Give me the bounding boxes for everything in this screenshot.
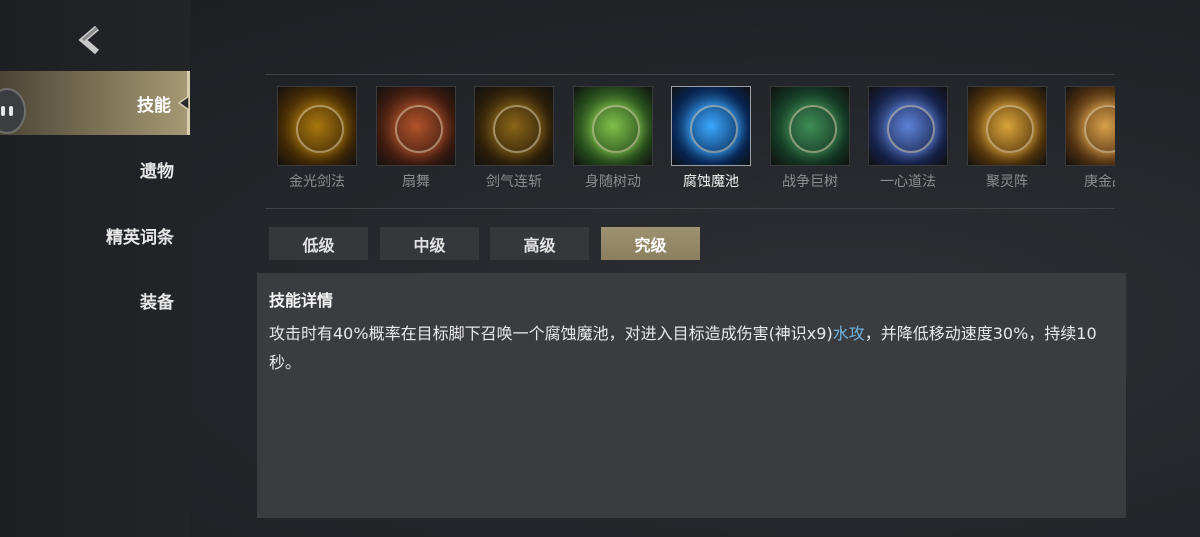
sidebar-item-equipment[interactable]: 装备 [0, 268, 190, 332]
tab-label: 高级 [523, 235, 556, 255]
tab-tier-ultimate[interactable]: 究级 [601, 227, 700, 260]
skill-name: 战争巨树 [782, 174, 838, 190]
skill-icon-glyph [592, 105, 640, 153]
tab-tier-low[interactable]: 低级 [269, 227, 368, 260]
skill-name: 扇舞 [402, 174, 430, 190]
sidebar-item-label: 技能 [137, 95, 171, 116]
back-arrow-icon [78, 25, 99, 55]
sidebar-item-skills[interactable]: 技能 [0, 71, 190, 135]
skill-icon-glyph [789, 105, 837, 153]
skill-icon-glyph [493, 105, 541, 153]
skill-item[interactable]: 身随树动 [572, 86, 654, 191]
skill-icon-glyph [887, 105, 935, 153]
skill-item[interactable]: 聚灵阵 [966, 86, 1048, 191]
game-screen: 技能 遗物 精英词条 装备 金光剑法 扇舞 剑气连斩 身随树动 腐蚀魔池 战争巨… [0, 0, 1200, 537]
description-text: 攻击时有40%概率在目标脚下召唤一个腐蚀魔池，对进入目标造成伤害(神识x9) [269, 324, 833, 343]
sidebar-item-relics[interactable]: 遗物 [0, 137, 190, 201]
skill-icon [573, 86, 653, 166]
skill-name: 腐蚀魔池 [683, 174, 739, 190]
skill-icon [967, 86, 1047, 166]
skill-icon-glyph [986, 105, 1034, 153]
skill-detail-panel: 技能详情 攻击时有40%概率在目标脚下召唤一个腐蚀魔池，对进入目标造成伤害(神识… [257, 273, 1126, 518]
sidebar-item-label: 精英词条 [106, 227, 174, 248]
divider [265, 208, 1115, 209]
skill-icon [1065, 86, 1115, 166]
back-button[interactable] [72, 22, 108, 58]
skill-item[interactable]: 金光剑法 [276, 86, 358, 191]
element-keyword: 水攻 [832, 324, 865, 343]
skill-item-selected[interactable]: 腐蚀魔池 [670, 86, 752, 191]
skill-icon [277, 86, 357, 166]
detail-title: 技能详情 [269, 291, 334, 310]
skill-name: 庚金战 [1084, 174, 1115, 190]
skill-icon [474, 86, 554, 166]
skill-icon-glyph [1084, 105, 1115, 153]
skill-icon-glyph [690, 105, 738, 153]
skill-icon [376, 86, 456, 166]
sidebar-item-label: 遗物 [140, 161, 174, 182]
sidebar: 技能 遗物 精英词条 装备 [0, 0, 190, 537]
sidebar-item-elite-affixes[interactable]: 精英词条 [0, 203, 190, 267]
skill-item[interactable]: 战争巨树 [769, 86, 851, 191]
skill-name: 剑气连斩 [486, 174, 542, 190]
skill-icon-glyph [395, 105, 443, 153]
skill-name: 身随树动 [585, 174, 641, 190]
tab-tier-high[interactable]: 高级 [490, 227, 589, 260]
skill-list: 金光剑法 扇舞 剑气连斩 身随树动 腐蚀魔池 战争巨树 一心道法 聚灵阵 庚金 [265, 72, 1115, 208]
skill-icon [671, 86, 751, 166]
skill-name: 一心道法 [880, 174, 936, 190]
tab-tier-mid[interactable]: 中级 [380, 227, 479, 260]
skill-item[interactable]: 庚金战 [1064, 86, 1115, 191]
skill-name: 聚灵阵 [986, 174, 1028, 190]
tab-label: 中级 [413, 235, 446, 255]
skill-item[interactable]: 一心道法 [867, 86, 949, 191]
selected-pointer-icon [177, 96, 189, 110]
skill-icon [868, 86, 948, 166]
tab-label: 究级 [634, 235, 667, 255]
tab-label: 低级 [302, 235, 335, 255]
skill-item[interactable]: 扇舞 [375, 86, 457, 191]
sidebar-item-label: 装备 [140, 292, 174, 313]
detail-description: 攻击时有40%概率在目标脚下召唤一个腐蚀魔池，对进入目标造成伤害(神识x9)水攻… [269, 319, 1114, 377]
skill-icon [770, 86, 850, 166]
skill-icon-glyph [296, 105, 344, 153]
skill-name: 金光剑法 [289, 174, 345, 190]
skill-item[interactable]: 剑气连斩 [473, 86, 555, 191]
